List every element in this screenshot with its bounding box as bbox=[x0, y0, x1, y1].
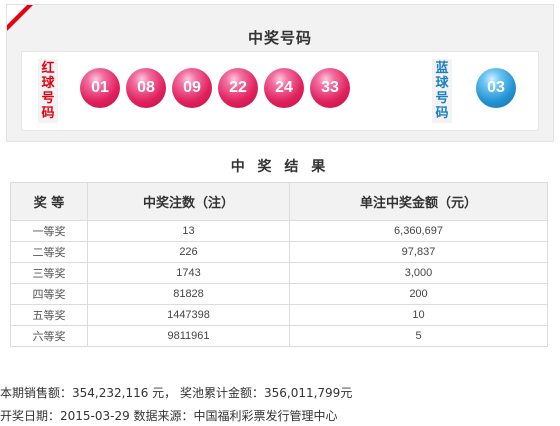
table-row: 一等奖 13 6,360,697 bbox=[10, 220, 548, 242]
blue-ball-label: 蓝 球 号 码 bbox=[432, 59, 452, 123]
draw-numbers-panel: 中奖号码 红 球 号 码 01 08 09 22 24 33 蓝 球 号 码 0… bbox=[6, 4, 554, 142]
balls-panel: 红 球 号 码 01 08 09 22 24 33 蓝 球 号 码 03 bbox=[21, 51, 539, 131]
table-row: 四等奖 81828 200 bbox=[10, 283, 548, 305]
prize-level: 四等奖 bbox=[10, 283, 88, 305]
red-ball-label: 红 球 号 码 bbox=[38, 59, 58, 123]
prize-level: 三等奖 bbox=[10, 262, 88, 284]
winner-count: 13 bbox=[87, 220, 290, 242]
red-ball: 22 bbox=[218, 68, 258, 108]
draw-title: 中奖号码 bbox=[247, 29, 312, 47]
red-ball: 09 bbox=[172, 68, 212, 108]
red-ball: 24 bbox=[264, 68, 304, 108]
winner-count: 81828 bbox=[87, 283, 290, 305]
prize-amount: 5 bbox=[289, 325, 548, 347]
prize-amount: 97,837 bbox=[289, 241, 548, 263]
prize-level: 五等奖 bbox=[10, 304, 88, 326]
header-level: 奖 等 bbox=[10, 182, 88, 221]
table-header-row: 奖 等 中奖注数（注） 单注中奖金额（元） bbox=[10, 182, 548, 221]
prize-amount: 6,360,697 bbox=[289, 220, 548, 242]
results-title: 中 奖 结 果 bbox=[230, 159, 330, 175]
header-amount: 单注中奖金额（元） bbox=[289, 182, 548, 221]
draw-date-source: 开奖日期：2015-03-29 数据来源：中国福利彩票发行管理中心 bbox=[0, 409, 338, 423]
prize-level: 一等奖 bbox=[10, 220, 88, 242]
prize-amount: 3,000 bbox=[289, 262, 548, 284]
winner-count: 1743 bbox=[87, 262, 290, 284]
red-ball: 08 bbox=[126, 68, 166, 108]
prize-level: 六等奖 bbox=[10, 325, 88, 347]
red-ball: 01 bbox=[80, 68, 120, 108]
prize-table: 奖 等 中奖注数（注） 单注中奖金额（元） 一等奖 13 6,360,697 二… bbox=[10, 182, 548, 347]
sales-summary: 本期销售额：354,232,116 元， 奖池累计金额：356,011,799元 bbox=[0, 386, 353, 400]
blue-ball: 03 bbox=[476, 68, 516, 108]
winner-count: 9811961 bbox=[87, 325, 290, 347]
header-count: 中奖注数（注） bbox=[87, 182, 290, 221]
table-row: 二等奖 226 97,837 bbox=[10, 241, 548, 263]
prize-amount: 10 bbox=[289, 304, 548, 326]
red-ball: 33 bbox=[310, 68, 350, 108]
winner-count: 226 bbox=[87, 241, 290, 263]
winner-count: 1447398 bbox=[87, 304, 290, 326]
table-row: 五等奖 1447398 10 bbox=[10, 304, 548, 326]
prize-level: 二等奖 bbox=[10, 241, 88, 263]
table-row: 三等奖 1743 3,000 bbox=[10, 262, 548, 284]
prize-amount: 200 bbox=[289, 283, 548, 305]
table-row: 六等奖 9811961 5 bbox=[10, 325, 548, 347]
